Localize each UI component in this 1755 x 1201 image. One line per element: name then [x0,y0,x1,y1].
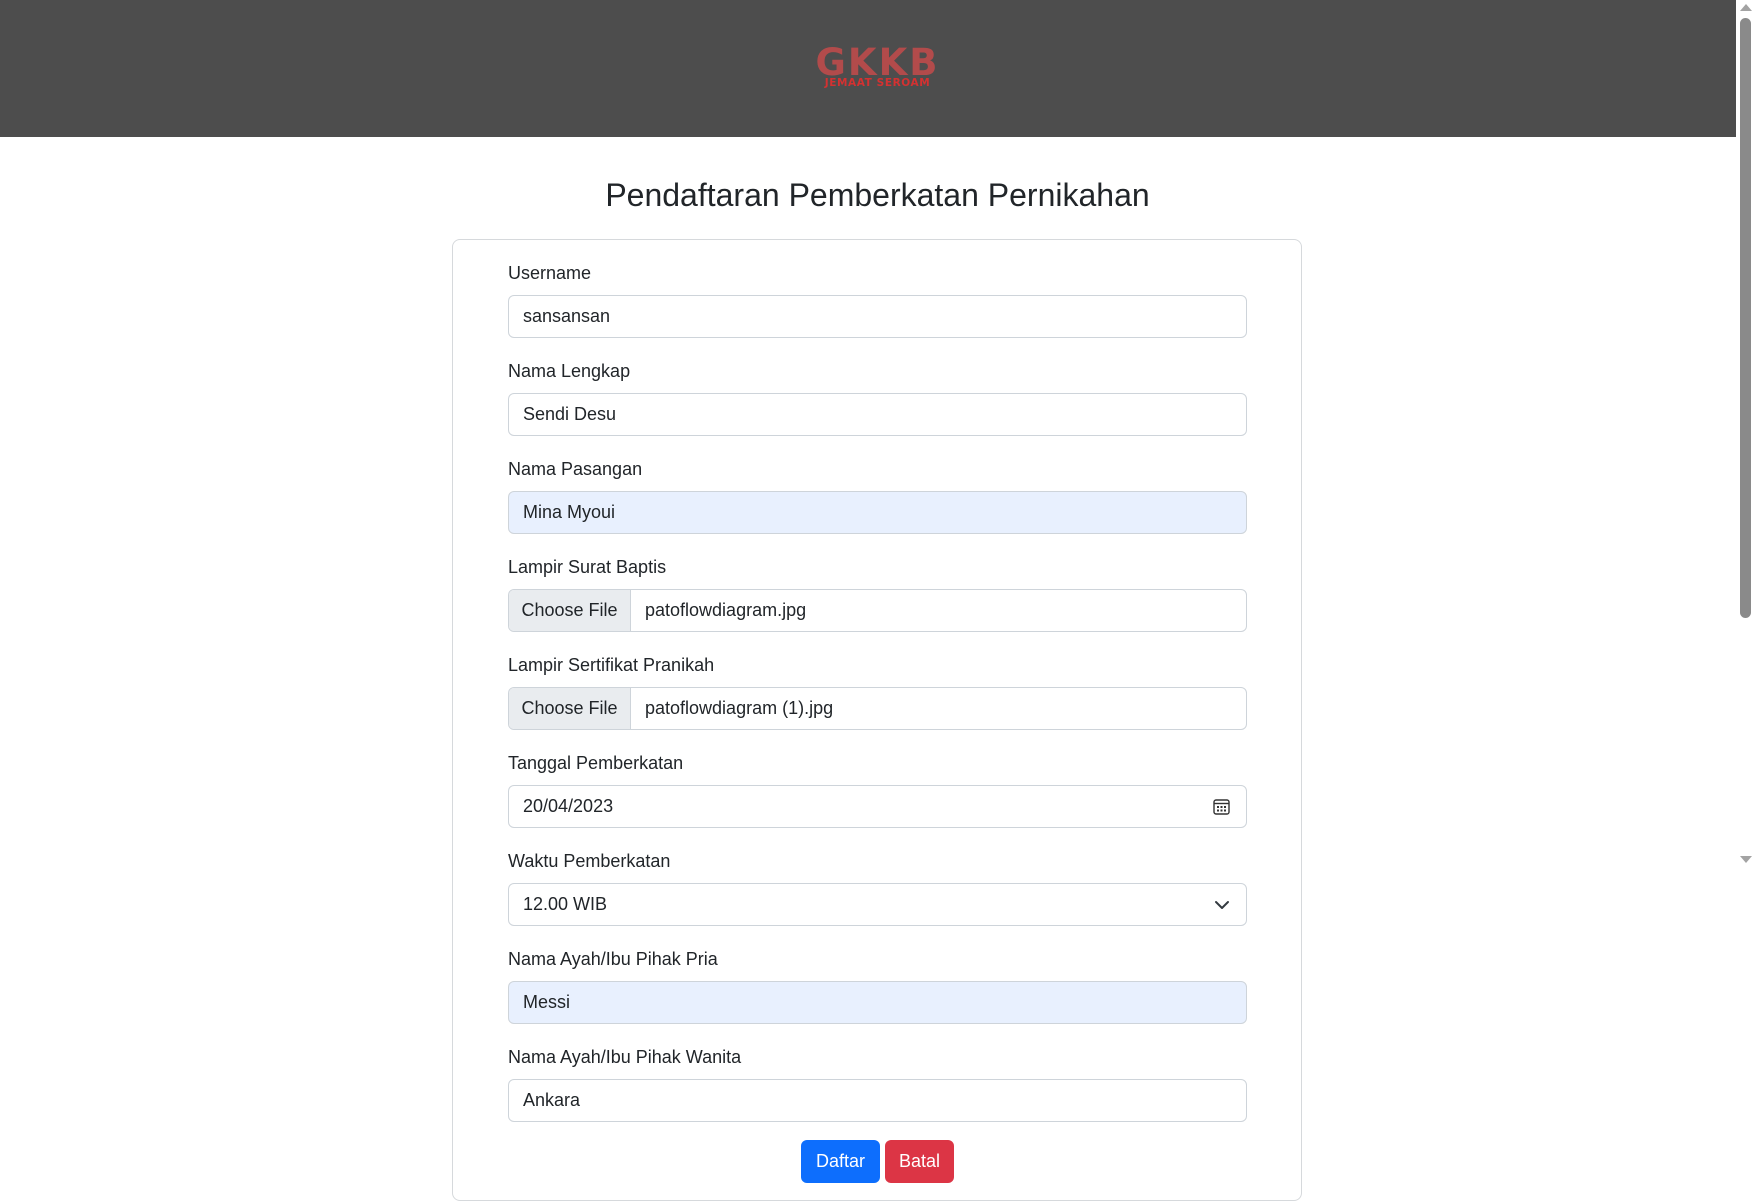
scroll-up-arrow-icon[interactable] [1740,4,1752,11]
page: GKKB JEMAAT SEROAM Pendaftaran Pemberkat… [0,0,1755,1201]
sertifikat-pranikah-file-input[interactable]: Choose File patoflowdiagram (1).jpg [508,687,1247,730]
scroll-thumb[interactable] [1740,18,1751,618]
page-title: Pendaftaran Pemberkatan Pernikahan [605,177,1150,213]
nama-pasangan-value: Mina Myoui [523,502,616,522]
nama-pasangan-label: Nama Pasangan [508,459,643,479]
batal-button[interactable]: Batal [885,1140,954,1183]
ortu-wanita-value: Ankara [523,1090,581,1110]
scroll-down-arrow-icon[interactable] [1740,856,1752,863]
tanggal-label: Tanggal Pemberkatan [508,753,684,773]
nama-pasangan-input[interactable]: Mina Myoui [508,491,1247,534]
nama-lengkap-input[interactable]: Sendi Desu [508,393,1247,436]
nama-lengkap-label: Nama Lengkap [508,361,631,381]
waktu-label: Waktu Pemberkatan [508,851,671,871]
waktu-select[interactable]: 12.00 WIB [508,883,1247,926]
surat-baptis-filename: patoflowdiagram.jpg [645,600,807,620]
surat-baptis-label: Lampir Surat Baptis [508,557,667,577]
ortu-wanita-input[interactable]: Ankara [508,1079,1247,1122]
username-input[interactable]: sansansan [508,295,1247,338]
surat-baptis-choose-file-button[interactable]: Choose File [509,590,631,631]
chevron-down-icon [1215,901,1229,909]
logo[interactable]: GKKB JEMAAT SEROAM [815,44,940,92]
ortu-pria-input[interactable]: Messi [508,981,1247,1024]
ortu-wanita-label: Nama Ayah/Ibu Pihak Wanita [508,1047,742,1067]
sertifikat-pranikah-choose-file-button[interactable]: Choose File [509,688,631,729]
nama-lengkap-value: Sendi Desu [523,404,617,424]
calendar-icon[interactable] [1213,798,1230,815]
tanggal-value: 20/04/2023 [523,796,614,816]
sertifikat-pranikah-filename: patoflowdiagram (1).jpg [645,698,834,718]
logo-subtext: JEMAAT SEROAM [824,77,931,89]
tanggal-date-input[interactable]: 20/04/2023 [508,785,1247,828]
username-label: Username [508,263,592,283]
sertifikat-pranikah-label: Lampir Sertifikat Pranikah [508,655,715,675]
daftar-button[interactable]: Daftar [801,1140,880,1183]
ortu-pria-label: Nama Ayah/Ibu Pihak Pria [508,949,718,969]
surat-baptis-file-input[interactable]: Choose File patoflowdiagram.jpg [508,589,1247,632]
ortu-pria-value: Messi [523,992,571,1012]
waktu-selected-value: 12.00 WIB [523,894,608,914]
top-header: GKKB JEMAAT SEROAM [0,0,1736,137]
vertical-scrollbar[interactable] [1736,0,1755,870]
username-value: sansansan [523,306,611,326]
